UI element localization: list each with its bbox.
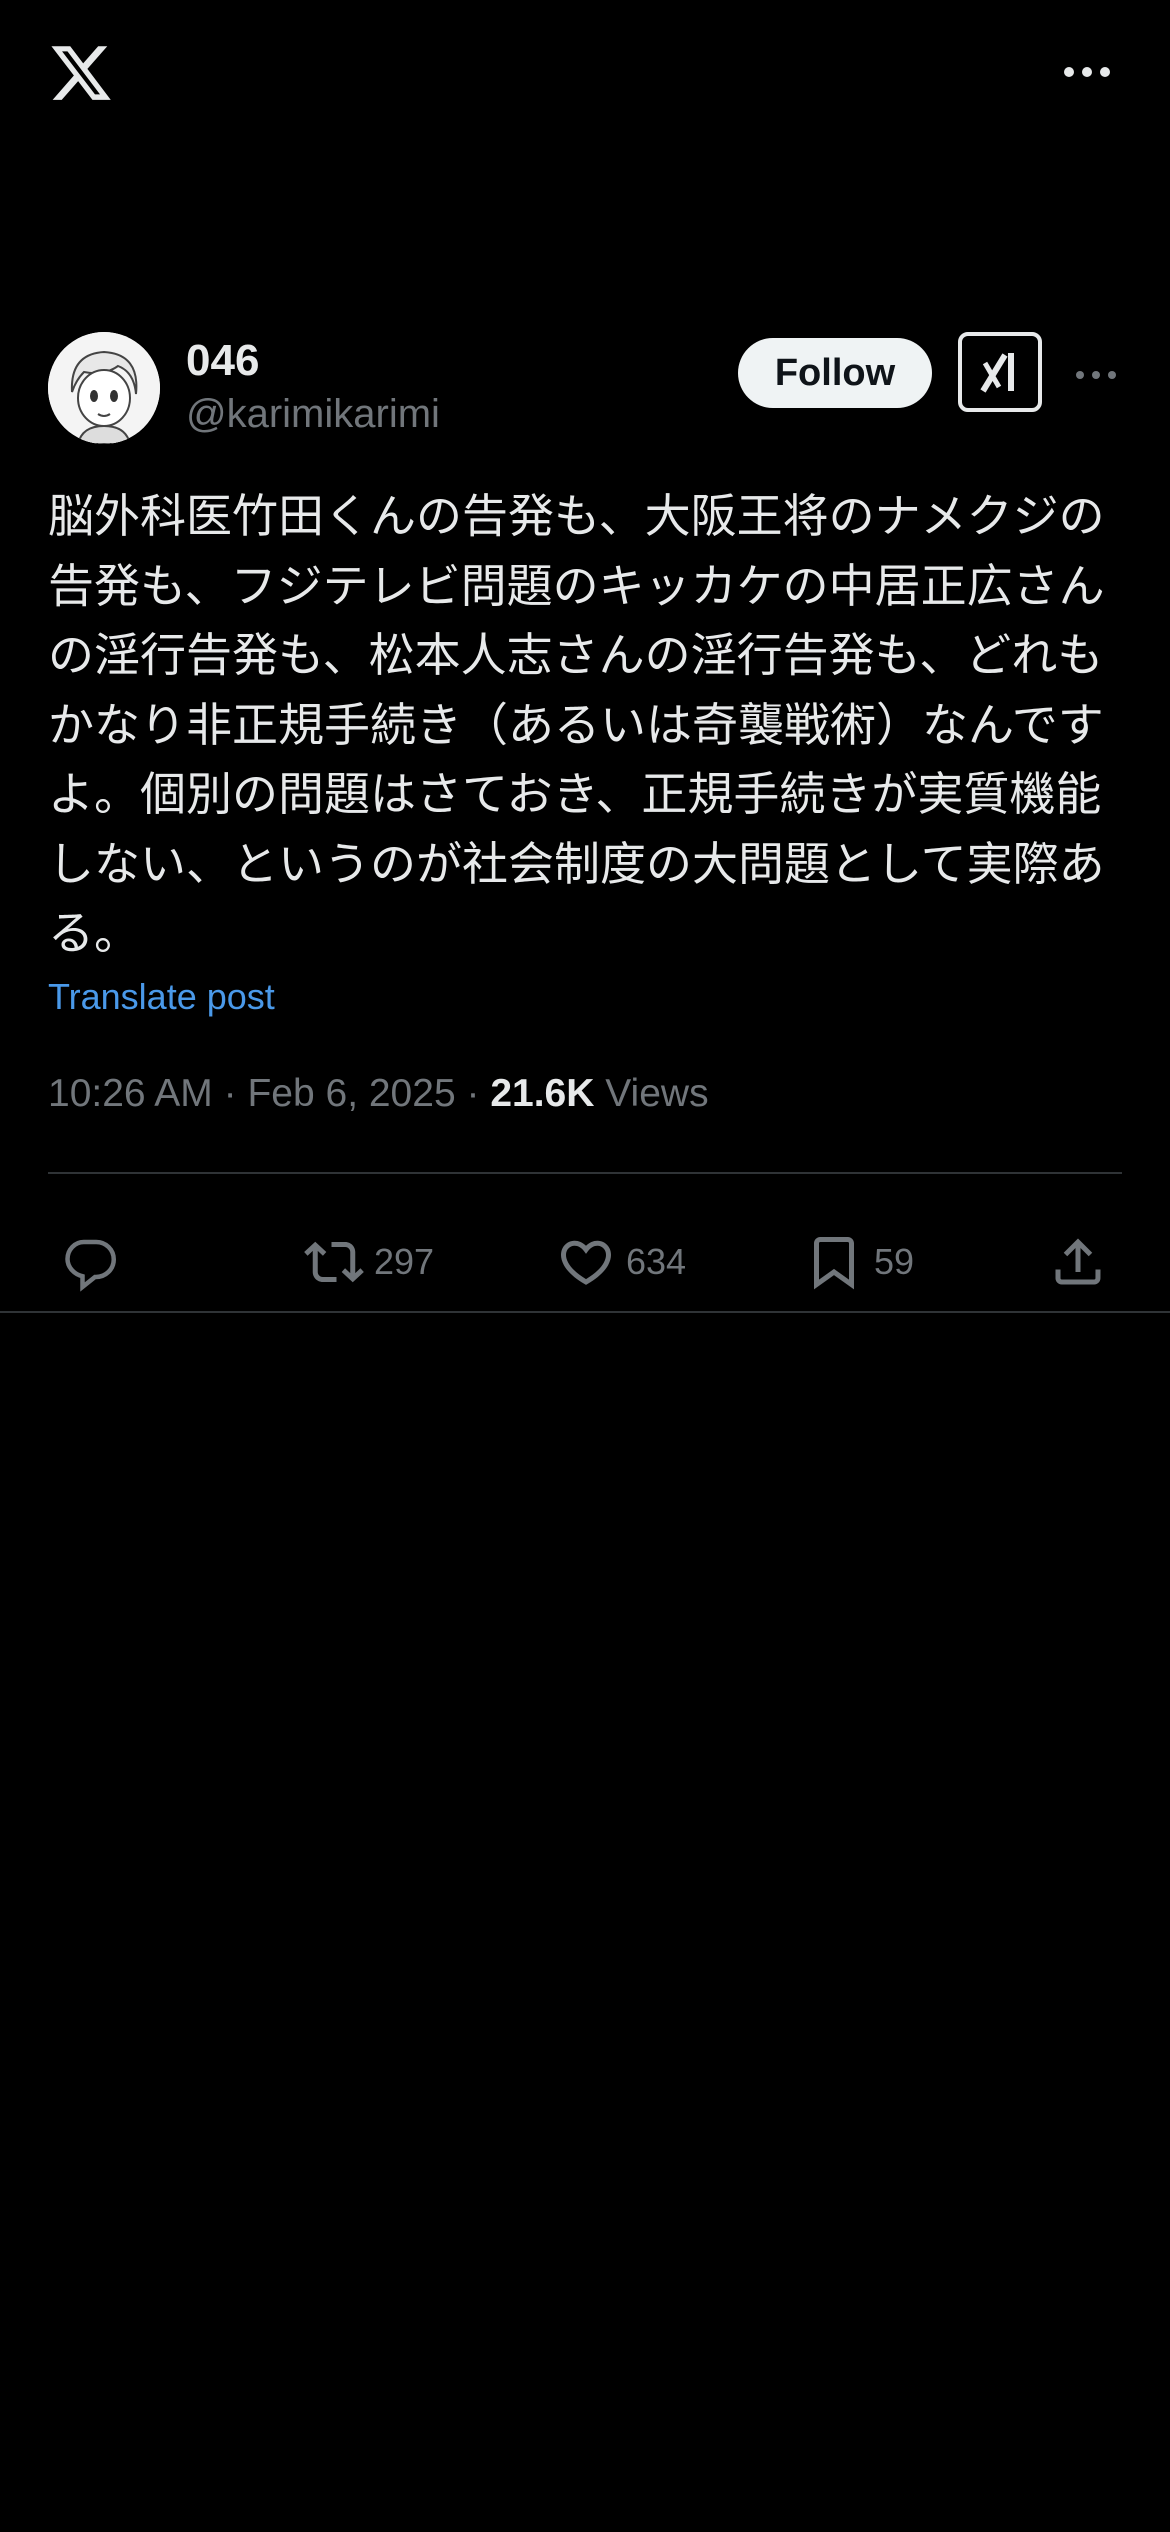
grok-button[interactable]	[958, 332, 1042, 412]
like-button[interactable]: 634	[556, 1212, 686, 1312]
divider	[48, 1172, 1122, 1174]
author-handle[interactable]: @karimikarimi	[186, 392, 440, 437]
heart-icon	[560, 1240, 612, 1285]
bookmark-count: 59	[874, 1241, 915, 1282]
retweet-button[interactable]: 297	[304, 1212, 434, 1312]
avatar[interactable]	[48, 332, 160, 444]
follow-button[interactable]: Follow	[738, 338, 932, 408]
translate-post-link[interactable]: Translate post	[48, 976, 275, 1018]
tweet-more-icon[interactable]	[1074, 368, 1118, 382]
author-name[interactable]: 046	[186, 336, 259, 386]
retweet-icon	[304, 1241, 364, 1283]
tweet-meta: 10:26 AM · Feb 6, 2025 · 21.6K Views	[48, 1072, 709, 1116]
reply-icon	[65, 1239, 117, 1292]
top-bar	[0, 0, 1170, 150]
tweet-time[interactable]: 10:26 AM	[48, 1072, 213, 1115]
meta-separator: ·	[223, 1072, 237, 1115]
retweet-count: 297	[374, 1241, 435, 1282]
bookmark-icon	[814, 1237, 854, 1290]
divider	[0, 1311, 1170, 1313]
share-icon	[1055, 1238, 1101, 1285]
reply-button[interactable]	[60, 1212, 120, 1312]
more-horizontal-icon[interactable]	[1062, 62, 1112, 82]
tweet-text: 脳外科医竹田くんの告発も、大阪王将のナメクジの告発も、フジテレビ問題のキッカケの…	[48, 489, 1105, 960]
tweet-date[interactable]: Feb 6, 2025	[247, 1072, 455, 1115]
grok-icon	[980, 353, 1014, 393]
x-logo-icon[interactable]	[48, 40, 114, 106]
bookmark-button[interactable]: 59	[804, 1212, 914, 1312]
like-count: 634	[626, 1241, 687, 1282]
views-count: 21.6K	[490, 1072, 595, 1115]
meta-separator: ·	[466, 1072, 480, 1115]
share-button[interactable]	[1048, 1212, 1108, 1312]
views-label: Views	[605, 1072, 709, 1115]
action-bar: 297 634 59	[48, 1212, 1122, 1312]
